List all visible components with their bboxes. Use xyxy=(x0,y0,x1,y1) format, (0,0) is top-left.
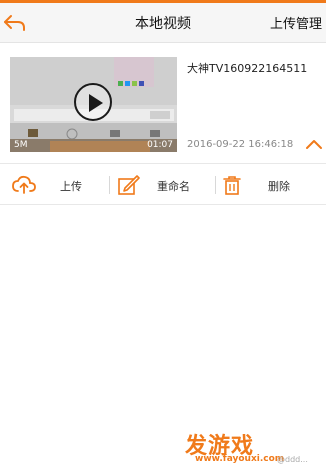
video-list-item[interactable]: 5M 01:07 大神TV160922164511 2016-09-22 16:… xyxy=(0,44,326,162)
trash-icon xyxy=(223,176,241,195)
back-arrow-icon[interactable] xyxy=(2,11,28,35)
watermark-url: www.fayouxi.com xyxy=(195,454,285,464)
app-header: 本地视频 上传管理 xyxy=(0,3,326,43)
video-name: 大神TV160922164511 xyxy=(187,62,308,75)
delete-button[interactable]: 删除 xyxy=(216,164,326,206)
video-action-bar: 上传 重命名 删除 xyxy=(0,163,326,205)
delete-label: 删除 xyxy=(268,180,290,193)
upload-button[interactable]: 上传 xyxy=(0,164,108,206)
video-date: 2016-09-22 16:46:18 xyxy=(187,139,294,150)
edit-icon xyxy=(118,175,140,195)
rename-button[interactable]: 重命名 xyxy=(110,164,214,206)
chevron-up-icon[interactable] xyxy=(305,138,323,150)
upload-manage-button[interactable]: 上传管理 xyxy=(270,13,322,32)
play-icon[interactable] xyxy=(74,83,112,121)
watermark-extra: @ddd... xyxy=(277,455,308,464)
site-watermark: 发游戏 www.fayouxi.com @ddd... xyxy=(185,428,325,472)
cloud-upload-icon xyxy=(12,175,36,194)
upload-label: 上传 xyxy=(60,180,82,193)
video-thumbnail[interactable]: 5M 01:07 xyxy=(10,57,177,152)
rename-label: 重命名 xyxy=(157,180,190,193)
video-duration: 01:07 xyxy=(147,140,173,150)
video-size: 5M xyxy=(14,140,28,150)
